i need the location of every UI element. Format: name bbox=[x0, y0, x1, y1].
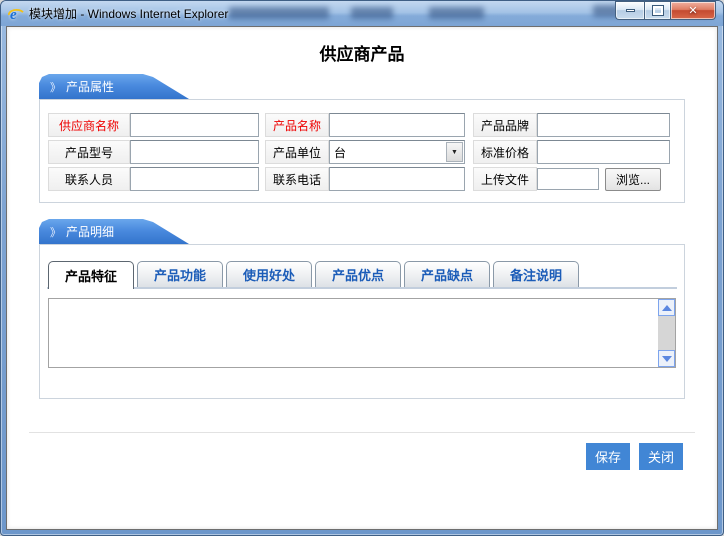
browse-button[interactable]: 浏览... bbox=[605, 168, 661, 191]
page-title: 供应商产品 bbox=[7, 40, 717, 65]
section-title: 产品明细 bbox=[66, 223, 114, 240]
textarea-scrollbar[interactable] bbox=[658, 299, 675, 367]
tab-product-features[interactable]: 产品特征 bbox=[48, 261, 134, 289]
section-product-detail: 》 产品明细 产品特征 产品功能 使用好处 产品优点 产品缺点 备注说明 bbox=[39, 219, 685, 399]
product-unit-select[interactable]: 台 ▼ bbox=[329, 140, 465, 164]
close-icon: ✕ bbox=[688, 4, 697, 17]
maximize-icon bbox=[653, 6, 663, 15]
supplier-name-label: 供应商名称 bbox=[48, 113, 130, 137]
attributes-form-box: 供应商名称 产品名称 产品品牌 产品型号 产品单位 台 ▼ bbox=[39, 99, 685, 203]
section-product-attributes: 》 产品属性 供应商名称 产品名称 产品品牌 产品型号 bbox=[39, 74, 685, 203]
tab-remarks[interactable]: 备注说明 bbox=[493, 261, 579, 287]
close-button[interactable]: 关闭 bbox=[639, 443, 683, 470]
form-row: 供应商名称 产品名称 产品品牌 bbox=[48, 113, 676, 137]
chevron-down-icon[interactable]: ▼ bbox=[446, 142, 463, 162]
section-title: 产品属性 bbox=[66, 78, 114, 95]
product-brand-input[interactable] bbox=[537, 113, 670, 137]
minimize-button[interactable] bbox=[615, 1, 644, 20]
section-header-product-detail: 》 产品明细 bbox=[39, 219, 189, 244]
browser-window: e 模块增加 - Windows Internet Explorer ✕ 供应商… bbox=[0, 0, 724, 536]
upload-file-input[interactable] bbox=[537, 168, 599, 190]
ie-logo-icon: e bbox=[8, 6, 24, 22]
product-name-input[interactable] bbox=[329, 113, 465, 137]
detail-box: 产品特征 产品功能 使用好处 产品优点 产品缺点 备注说明 bbox=[39, 244, 685, 399]
form-row: 产品型号 产品单位 台 ▼ 标准价格 bbox=[48, 140, 676, 164]
section-header-product-attributes: 》 产品属性 bbox=[39, 74, 189, 99]
detail-tabs: 产品特征 产品功能 使用好处 产品优点 产品缺点 备注说明 bbox=[47, 261, 677, 289]
product-name-label: 产品名称 bbox=[265, 113, 329, 137]
upload-file-label: 上传文件 bbox=[473, 167, 537, 191]
divider bbox=[29, 432, 695, 433]
dialog-content: 供应商产品 》 产品属性 供应商名称 产品名称 产品品牌 bbox=[6, 26, 718, 530]
footer-actions: 保存 关闭 bbox=[7, 443, 717, 470]
tab-product-advantages[interactable]: 产品优点 bbox=[315, 261, 401, 287]
product-model-label: 产品型号 bbox=[48, 140, 130, 164]
form-row: 联系人员 联系电话 上传文件 浏览... bbox=[48, 167, 676, 191]
scroll-down-button[interactable] bbox=[658, 350, 675, 367]
upload-file-control: 浏览... bbox=[537, 167, 670, 191]
contact-phone-label: 联系电话 bbox=[265, 167, 329, 191]
background-blur-shape bbox=[229, 7, 329, 19]
standard-price-input[interactable] bbox=[537, 140, 670, 164]
window-title: 模块增加 - Windows Internet Explorer bbox=[29, 5, 228, 22]
tab-usage-benefits[interactable]: 使用好处 bbox=[226, 261, 312, 287]
contact-phone-input[interactable] bbox=[329, 167, 465, 191]
arrow-down-icon bbox=[662, 356, 672, 362]
contact-person-input[interactable] bbox=[130, 167, 259, 191]
detail-textarea[interactable] bbox=[49, 299, 658, 367]
save-button[interactable]: 保存 bbox=[586, 443, 630, 470]
tab-product-disadvantages[interactable]: 产品缺点 bbox=[404, 261, 490, 287]
contact-person-label: 联系人员 bbox=[48, 167, 130, 191]
supplier-name-input[interactable] bbox=[130, 113, 259, 137]
tab-product-functions[interactable]: 产品功能 bbox=[137, 261, 223, 287]
background-blur-shape bbox=[429, 7, 484, 19]
minimize-icon bbox=[626, 9, 635, 12]
maximize-button[interactable] bbox=[644, 1, 671, 20]
standard-price-label: 标准价格 bbox=[473, 140, 537, 164]
close-window-button[interactable]: ✕ bbox=[671, 1, 716, 20]
scroll-up-button[interactable] bbox=[658, 299, 675, 316]
product-unit-value: 台 bbox=[330, 144, 346, 161]
product-unit-label: 产品单位 bbox=[265, 140, 329, 164]
product-brand-label: 产品品牌 bbox=[473, 113, 537, 137]
arrow-up-icon bbox=[662, 305, 672, 311]
section-chevron-icon: 》 bbox=[50, 224, 61, 240]
titlebar[interactable]: e 模块增加 - Windows Internet Explorer ✕ bbox=[1, 1, 723, 26]
background-blur-shape bbox=[351, 7, 393, 19]
product-model-input[interactable] bbox=[130, 140, 259, 164]
section-chevron-icon: 》 bbox=[50, 79, 61, 95]
detail-textarea-container bbox=[48, 298, 676, 368]
